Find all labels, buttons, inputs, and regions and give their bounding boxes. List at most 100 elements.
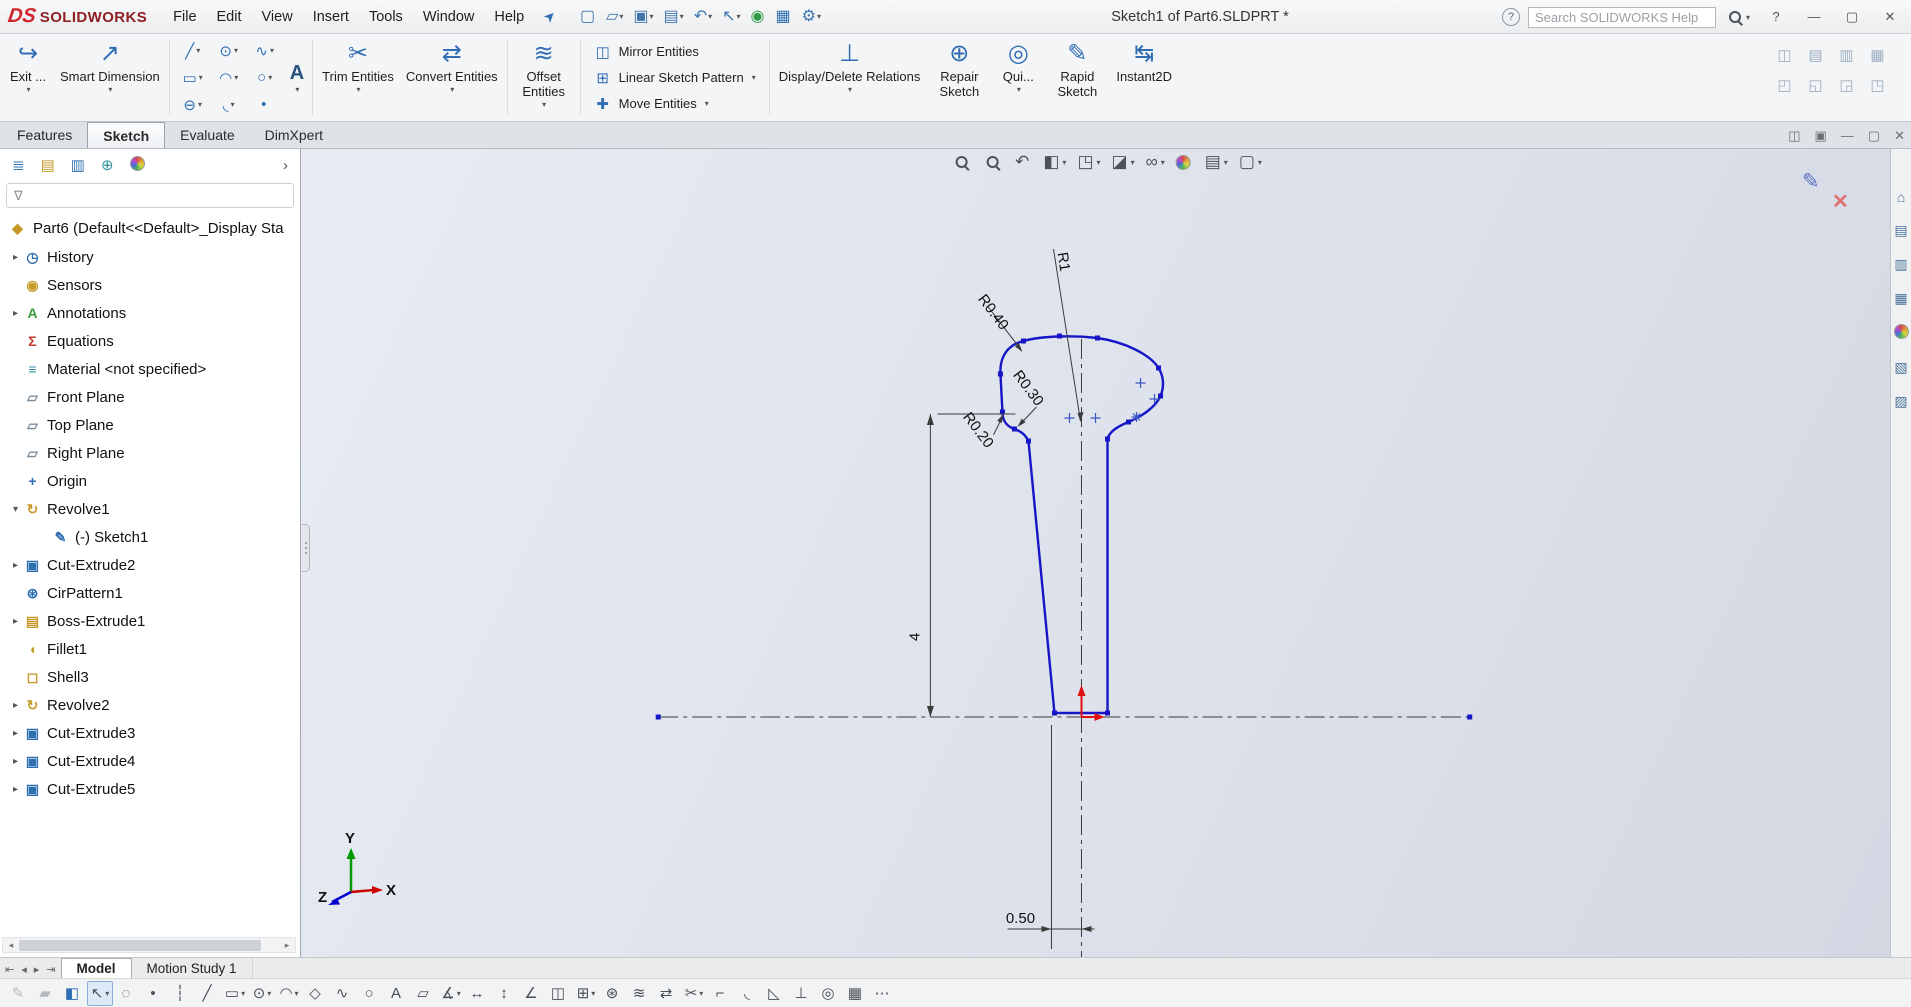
close-button[interactable]: ✕ <box>1875 4 1905 30</box>
spline-tool-icon[interactable]: ∿ ▾ <box>247 37 283 64</box>
expand-arrow-icon[interactable]: ▸ <box>8 756 23 767</box>
tab-evaluate[interactable]: Evaluate <box>165 122 249 148</box>
mirror-icon[interactable]: ◫ <box>546 981 572 1006</box>
expand-arrow-icon[interactable]: ▸ <box>8 616 23 627</box>
tree-item-cut-extrude5[interactable]: ▸ ▣ Cut-Extrude5 <box>0 775 300 803</box>
prev-tab-icon[interactable]: ◂ <box>21 960 27 976</box>
view-settings-icon[interactable]: ▢ ▾ <box>1239 152 1262 172</box>
tab-features[interactable]: Features <box>2 122 87 148</box>
confirm-sketch-icon[interactable]: ✎ <box>1802 169 1820 194</box>
chamfer-icon[interactable]: ◺ <box>762 981 788 1006</box>
tab-sketch[interactable]: Sketch <box>87 122 166 148</box>
minimize-button[interactable]: — <box>1799 4 1829 30</box>
save-icon[interactable]: ▣ ▾ <box>629 6 657 28</box>
section-view-icon[interactable]: ◧ ▾ <box>1043 152 1066 172</box>
fillet-icon[interactable]: ◟ <box>735 981 761 1006</box>
tree-item-history[interactable]: ▸ ◷ History <box>0 243 300 271</box>
tree-item-revolve1[interactable]: ▾ ↻ Revolve1 <box>0 495 300 523</box>
exit-sketch-chevron-icon[interactable]: ▾ <box>26 85 30 94</box>
tab-model[interactable]: Model <box>60 958 132 978</box>
hide-show-items-icon[interactable]: ∞ ▾ <box>1146 152 1165 172</box>
convert-entities-button[interactable]: ⇄ Convert Entities ▾ <box>400 35 504 120</box>
snap-icon[interactable]: ◎ <box>816 981 842 1006</box>
point-tool-icon[interactable]: • <box>247 91 283 118</box>
collapsed-toolbar-icon-4[interactable]: ▦ <box>1870 46 1884 64</box>
expand-arrow-icon[interactable]: ▸ <box>8 728 23 739</box>
graphics-area[interactable]: 4 0.50 R1 R0.40 R0.20 R0.30 Y X Z ↶ ◧ ▾ … <box>301 149 1890 957</box>
restore-doc-icon[interactable]: ▢ <box>1868 127 1880 144</box>
close-doc-icon[interactable]: ✕ <box>1894 127 1905 144</box>
panel-flyout-chevron-icon[interactable]: › <box>283 157 288 174</box>
custom-properties-icon[interactable]: ▨ <box>1894 393 1907 410</box>
selection-filter-icon[interactable]: ◉ <box>747 6 770 28</box>
view-palette-icon[interactable]: ▦ <box>1894 290 1907 307</box>
tree-item-front-plane[interactable]: ▱ Front Plane <box>0 383 300 411</box>
dimension-r1-text[interactable]: R1 <box>1054 251 1074 273</box>
cascade-windows-icon[interactable]: ▣ <box>1815 127 1827 144</box>
dimension-4-text[interactable]: 4 <box>906 633 923 641</box>
collapsed-toolbar-icon-7[interactable]: ◲ <box>1839 76 1853 94</box>
centerline-icon[interactable]: ┆ <box>168 981 194 1006</box>
pin-menu-icon[interactable]: ➤ <box>540 6 560 26</box>
sketch-text-chevron-icon[interactable]: ▾ <box>295 85 299 94</box>
sketch-text-button[interactable]: A ▾ <box>285 35 309 120</box>
dimension-r020-text[interactable]: R0.20 <box>959 409 997 451</box>
offset-entities-button[interactable]: ≋ Offset Entities ▾ <box>511 35 577 120</box>
featuremanager-tab-icon[interactable]: ≣ <box>12 156 25 174</box>
tree-item-revolve2[interactable]: ▸ ↻ Revolve2 <box>0 691 300 719</box>
centerline-endpoint[interactable] <box>655 714 661 720</box>
undo-icon[interactable]: ↶ ▾ <box>690 6 716 28</box>
collapsed-toolbar-icon-5[interactable]: ◰ <box>1777 76 1791 94</box>
linear-pattern-chevron-icon[interactable]: ▾ <box>752 73 756 82</box>
expand-arrow-icon[interactable]: ▸ <box>8 700 23 711</box>
display-delete-chevron-icon[interactable]: ▾ <box>848 85 852 94</box>
tree-item-equations[interactable]: Σ Equations <box>0 327 300 355</box>
file-explorer-icon[interactable]: ▥ <box>1894 256 1907 273</box>
markup-pen-icon[interactable]: ✎ <box>6 981 32 1006</box>
view-grid-icon[interactable]: ▦ <box>772 6 796 28</box>
zoom-to-fit-icon[interactable] <box>953 154 973 171</box>
collapsed-toolbar-icon-2[interactable]: ▤ <box>1808 46 1822 64</box>
collapsed-toolbar-icon-6[interactable]: ◱ <box>1808 76 1822 94</box>
repair-sketch-button[interactable]: ⊕ Repair Sketch <box>926 35 992 120</box>
options-gear-icon[interactable]: ⚙ ▾ <box>798 6 825 28</box>
smart-dimension-button[interactable]: ↗ Smart Dimension ▾ <box>54 35 166 120</box>
tree-item-sensors[interactable]: ◉ Sensors <box>0 271 300 299</box>
scroll-right-icon[interactable]: ▸ <box>279 940 295 951</box>
horizontal-dimension-icon[interactable]: ↔ <box>465 981 491 1006</box>
quick-snaps-button[interactable]: ◎ Qui... ▾ <box>992 35 1044 120</box>
tree-item-cut-extrude2[interactable]: ▸ ▣ Cut-Extrude2 <box>0 551 300 579</box>
extend-icon[interactable]: ⌐ <box>708 981 734 1006</box>
home-icon[interactable]: ⌂ <box>1897 189 1905 205</box>
expand-arrow-icon[interactable]: ▸ <box>8 252 23 263</box>
more-tools-icon[interactable]: ⋯ <box>870 981 896 1006</box>
open-icon[interactable]: ▱ ▾ <box>602 6 627 28</box>
tree-item-sketch1[interactable]: ✎ (-) Sketch1 <box>0 523 300 551</box>
print-icon[interactable]: ▤ ▾ <box>660 6 688 28</box>
menu-item[interactable]: View <box>252 0 303 34</box>
move-entities-chevron-icon[interactable]: ▾ <box>705 99 709 108</box>
configurationmanager-tab-icon[interactable]: ▥ <box>71 156 85 174</box>
collapsed-toolbar-icon-8[interactable]: ◳ <box>1870 76 1884 94</box>
tree-item-part6[interactable]: ◆ Part6 (Default<<Default>_Display Sta <box>0 214 300 243</box>
linear-sketch-pattern-button[interactable]: ⊞ Linear Sketch Pattern ▾ <box>590 66 760 90</box>
circle-icon[interactable]: ⊙ ▾ <box>249 981 275 1006</box>
help-circle-icon[interactable]: ? <box>1501 8 1520 26</box>
tree-item-cirpattern1[interactable]: ⊛ CirPattern1 <box>0 579 300 607</box>
slot-tool-icon[interactable]: ⊖ ▾ <box>175 91 211 118</box>
edit-appearance-icon[interactable] <box>1175 154 1194 170</box>
tab-motion-study-1[interactable]: Motion Study 1 <box>132 958 253 978</box>
offset-entities-chevron-icon[interactable]: ▾ <box>542 100 546 109</box>
vertical-dimension-icon[interactable]: ↕ <box>492 981 518 1006</box>
panel-horizontal-scrollbar[interactable]: ◂ ▸ <box>2 937 296 953</box>
apply-scene-icon[interactable]: ▤ ▾ <box>1205 152 1228 172</box>
menu-item[interactable]: File <box>163 0 206 34</box>
sketch-fillet-tool-icon[interactable]: ◟ ▾ <box>211 91 247 118</box>
trim-entities-button[interactable]: ✂ Trim Entities ▾ <box>316 35 400 120</box>
search-button[interactable]: ▾ <box>1724 7 1753 28</box>
tab-dimxpert[interactable]: DimXpert <box>250 122 338 148</box>
sketch-origin[interactable] <box>1077 685 1105 721</box>
last-tab-icon[interactable]: ⇥ <box>46 960 55 976</box>
trim-icon[interactable]: ✂ ▾ <box>681 981 707 1006</box>
search-input[interactable] <box>1534 9 1709 25</box>
